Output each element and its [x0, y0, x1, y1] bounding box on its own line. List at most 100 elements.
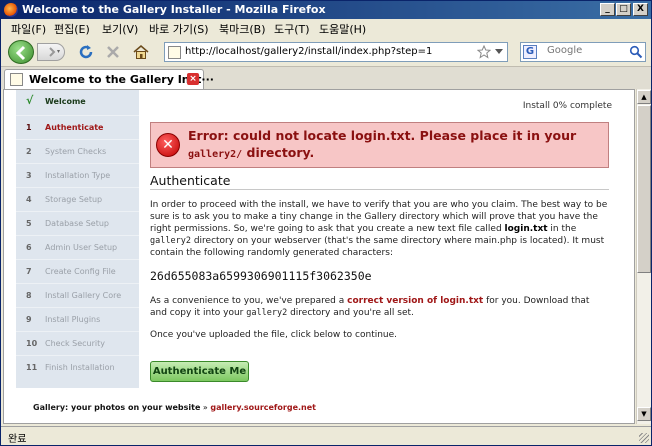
menu-edit[interactable]: 편집(E) — [54, 21, 90, 37]
step-label: Installation Type — [45, 171, 111, 180]
step-create-config-file: 7 Create Config File — [16, 259, 139, 281]
reload-icon — [79, 45, 93, 59]
step-number: 10 — [26, 339, 38, 348]
status-text: 완료 — [8, 434, 27, 445]
status-bar: 완료 — [1, 426, 651, 445]
text: As a convenience to you, we've prepared … — [150, 296, 348, 306]
footer-brand: Gallery: — [33, 403, 72, 412]
page-heading: Authenticate — [150, 173, 231, 188]
step-number: 6 — [26, 243, 32, 252]
forward-button[interactable] — [37, 43, 65, 61]
scroll-thumb[interactable] — [637, 105, 651, 273]
step-label: Create Config File — [45, 267, 116, 276]
heading-divider — [150, 189, 609, 190]
menu-bar: 파일(F) 편집(E) 보기(V) 바로 가기(S) 북마크(B) 도구(T) … — [1, 19, 651, 37]
menu-file[interactable]: 파일(F) — [11, 21, 46, 37]
stop-icon — [107, 46, 119, 58]
step-number: 5 — [26, 219, 32, 228]
generated-password: 26d655083a6599306901115f3062350e — [150, 269, 372, 283]
step-number: 3 — [26, 171, 32, 180]
back-arrow-icon — [15, 45, 26, 61]
step-installation-type: 3 Installation Type — [16, 163, 139, 185]
step-number: 7 — [26, 267, 32, 276]
continue-paragraph: Once you've uploaded the file, click bel… — [150, 330, 398, 340]
step-number: 1 — [26, 123, 32, 132]
error-text-end: directory. — [242, 145, 315, 160]
search-box[interactable]: G — [520, 42, 646, 62]
footer-tagline: your photos on your website — [71, 403, 201, 412]
step-number: 2 — [26, 147, 32, 156]
menu-history[interactable]: 바로 가기(S) — [149, 21, 209, 37]
download-login-txt-link[interactable]: correct version of login.txt — [347, 296, 483, 306]
step-system-checks: 2 System Checks — [16, 139, 139, 161]
back-button[interactable] — [8, 40, 34, 64]
menu-tools[interactable]: 도구(T) — [274, 21, 310, 37]
sourceforge-link[interactable]: gallery.sourceforge.net — [210, 403, 316, 412]
convenience-paragraph: As a convenience to you, we've prepared … — [150, 295, 609, 319]
step-label: Storage Setup — [45, 195, 103, 204]
reload-button[interactable] — [77, 43, 97, 63]
menu-bookmarks[interactable]: 북마크(B) — [219, 21, 266, 37]
error-message-box: ✕ Error: could not locate login.txt. Ple… — [150, 122, 609, 168]
resize-grip-icon[interactable] — [639, 433, 649, 443]
home-button[interactable] — [132, 43, 152, 63]
page-content: √ Welcome 1 Authenticate 2 System Checks 3 I… — [3, 89, 635, 424]
step-label: System Checks — [45, 147, 107, 156]
address-bar[interactable]: http://localhost/gallery2/install/index.… — [164, 42, 508, 62]
step-install-plugins: 9 Install Plugins — [16, 307, 139, 329]
install-steps-sidebar: √ Welcome 1 Authenticate 2 System Checks 3 I… — [16, 90, 139, 388]
step-install-gallery-core: 8 Install Gallery Core — [16, 283, 139, 305]
maximize-button[interactable]: □ — [616, 3, 631, 16]
check-icon: √ — [26, 94, 34, 107]
tab-favicon — [10, 73, 23, 86]
gallery-dir: gallery2 — [150, 236, 191, 246]
menu-view[interactable]: 보기(V) — [102, 21, 138, 37]
step-welcome[interactable]: √ Welcome — [16, 90, 139, 112]
home-icon — [133, 45, 149, 59]
step-label: Finish Installation — [45, 363, 115, 372]
tab-gallery-installer[interactable]: Welcome to the Gallery Inst··· × — [4, 69, 214, 89]
text: directory on your webserver (that's the … — [150, 236, 605, 258]
title-bar: Welcome to the Gallery Installer - Mozil… — [1, 1, 651, 19]
menu-help[interactable]: 도움말(H) — [319, 21, 366, 37]
scroll-down-icon[interactable]: ▼ — [637, 407, 651, 421]
tab-bar: Welcome to the Gallery Inst··· × — [1, 67, 651, 89]
error-icon: ✕ — [156, 133, 180, 157]
install-progress-text: Install 0% complete — [522, 101, 612, 111]
step-label: Admin User Setup — [45, 243, 118, 252]
browser-window: Welcome to the Gallery Installer - Mozil… — [0, 0, 652, 446]
step-number: 11 — [26, 363, 38, 372]
bookmark-star-icon[interactable] — [477, 45, 491, 59]
step-number: 8 — [26, 291, 32, 300]
step-label: Authenticate — [45, 123, 104, 132]
step-label: Welcome — [45, 97, 86, 106]
url-text[interactable]: http://localhost/gallery2/install/index.… — [185, 46, 432, 57]
google-engine-icon[interactable]: G — [523, 45, 537, 59]
scroll-up-icon[interactable]: ▲ — [637, 90, 651, 104]
minimize-button[interactable]: _ — [600, 3, 615, 16]
window-title: Welcome to the Gallery Installer - Mozil… — [22, 3, 326, 16]
close-button[interactable]: X — [633, 3, 648, 16]
vertical-scrollbar[interactable]: ▲ ▼ — [636, 89, 651, 424]
gallery-dir: gallery2 — [246, 308, 288, 318]
stop-button[interactable] — [104, 43, 124, 63]
search-icon[interactable] — [629, 45, 643, 59]
step-label: Database Setup — [45, 219, 109, 228]
step-label: Check Security — [45, 339, 106, 348]
tab-close-icon[interactable]: × — [187, 73, 199, 85]
text: directory and you're all set. — [287, 308, 414, 318]
step-check-security: 10 Check Security — [16, 331, 139, 353]
search-input[interactable] — [547, 45, 627, 56]
error-text: Error: could not locate login.txt. Pleas… — [188, 128, 577, 143]
forward-dropdown-icon — [49, 47, 60, 57]
page-footer: Gallery: your photos on your website » g… — [33, 403, 316, 412]
authenticate-me-button[interactable]: Authenticate Me — [150, 361, 249, 382]
step-label: Install Plugins — [45, 315, 101, 324]
step-finish-installation: 11 Finish Installation — [16, 355, 139, 377]
url-dropdown-icon[interactable] — [495, 49, 503, 55]
page-favicon — [168, 46, 181, 59]
step-storage-setup: 4 Storage Setup — [16, 187, 139, 209]
step-number: 9 — [26, 315, 32, 324]
error-message: Error: could not locate login.txt. Pleas… — [188, 127, 598, 163]
step-authenticate[interactable]: 1 Authenticate — [16, 115, 139, 137]
